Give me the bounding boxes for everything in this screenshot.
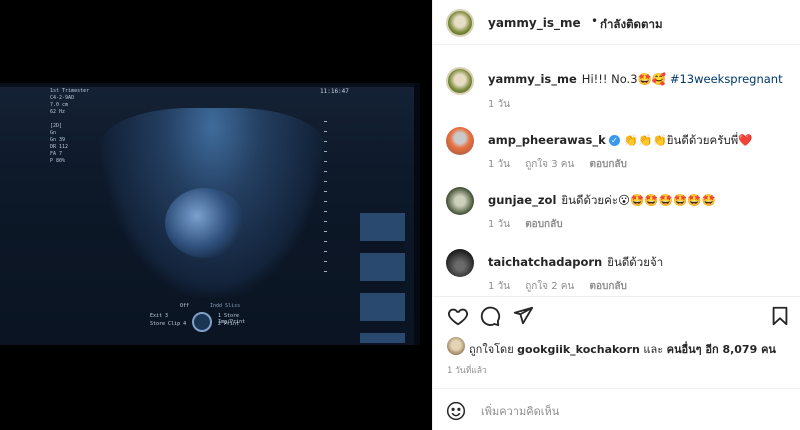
caption-line: yammy_is_me Hi!!! No.3🤩🥰 #13weekspregnant (488, 72, 783, 86)
reply-button[interactable]: ตอบกลับ (589, 281, 626, 292)
comment-likes[interactable]: ถูกใจ 3 คน (525, 159, 574, 170)
likes-prefix: ถูกใจโดย (469, 343, 514, 356)
ultrasound-print2-label: 2 Print (218, 321, 240, 327)
post-sidebar: yammy_is_me • กำลังติดตาม yammy_is_me Hi!… (432, 0, 800, 430)
ultrasound-off-label: Off (180, 303, 190, 309)
comment-item: gunjae_zol ยินดีด้วยค่ะ😮🤩🤩🤩🤩🤩🤩 1 วัน ตอบก… (433, 187, 800, 232)
ultrasound-info: 1st Trimester C4-2-9AD 7.0 cm 62 Hz [2D]… (50, 88, 90, 164)
ultrasound-slot-label: Indd Sliss (210, 303, 241, 309)
action-bar (433, 296, 800, 332)
commenter-username[interactable]: amp_pheerawas_k (488, 133, 606, 147)
comment-time[interactable]: 1 วัน (488, 159, 510, 170)
comment-meta: 1 วัน ถูกใจ 2 คน ตอบกลับ (488, 279, 639, 294)
commenter-username[interactable]: gunjae_zol (488, 193, 556, 207)
comment-time[interactable]: 1 วัน (488, 281, 510, 292)
screen-bezel (0, 83, 414, 87)
comment-meta: 1 วัน ตอบกลับ (488, 217, 575, 232)
comment-line: amp_pheerawas_k ✓ 👏👏👏ยินดีด้วยครับพี่❤️ (488, 132, 753, 150)
add-comment-bar (433, 388, 800, 430)
comment-line: gunjae_zol ยินดีด้วยค่ะ😮🤩🤩🤩🤩🤩🤩 (488, 192, 716, 210)
following-button[interactable]: กำลังติดตาม (600, 16, 663, 34)
post-timestamp[interactable]: 1 วันที่แล้ว (447, 363, 487, 377)
commenter-avatar[interactable] (446, 249, 474, 277)
caption-time[interactable]: 1 วัน (488, 99, 510, 110)
likes-text: ถูกใจโดย gookgiik_kochakorn และ คนอื่นๆ … (469, 340, 776, 358)
caption-meta: 1 วัน (488, 97, 522, 112)
share-icon[interactable] (512, 305, 534, 327)
ultrasound-thumbnails (360, 213, 405, 343)
verified-badge-icon: ✓ (608, 135, 620, 146)
ultrasound-screen: 1st Trimester C4-2-9AD 7.0 cm 62 Hz [2D]… (0, 83, 420, 345)
comment-text: ยินดีด้วยจ้า (607, 255, 664, 269)
caption-username[interactable]: yammy_is_me (488, 72, 577, 86)
commenter-avatar[interactable] (446, 187, 474, 215)
comment-input[interactable] (481, 399, 781, 423)
comment-time[interactable]: 1 วัน (488, 219, 510, 230)
emoji-icon[interactable] (446, 401, 466, 421)
comment-item: taichatchadaporn ยินดีด้วยจ้า 1 วัน ถูกใจ… (433, 249, 800, 294)
commenter-username[interactable]: taichatchadaporn (488, 255, 602, 269)
comment-icon[interactable] (479, 305, 501, 327)
caption-text: Hi!!! No.3🤩🥰 (581, 72, 667, 86)
liker-username[interactable]: gookgiik_kochakorn (517, 343, 640, 356)
ultrasound-store-label: Store Clip 4 (150, 321, 187, 327)
comment-meta: 1 วัน ถูกใจ 3 คน ตอบกลับ (488, 157, 639, 172)
liker-avatar[interactable] (447, 337, 465, 355)
comment-text: 👏👏👏ยินดีด้วยครับพี่❤️ (623, 133, 753, 147)
author-avatar[interactable] (446, 9, 474, 37)
bookmark-icon[interactable] (769, 305, 791, 327)
post-header: yammy_is_me • กำลังติดตาม (433, 0, 800, 45)
reply-button[interactable]: ตอบกลับ (589, 159, 626, 170)
separator-dot: • (591, 14, 599, 28)
author-username[interactable]: yammy_is_me (488, 16, 581, 30)
reply-button[interactable]: ตอบกลับ (525, 219, 562, 230)
heart-icon[interactable] (447, 305, 469, 327)
ultrasound-dial (192, 312, 212, 332)
comment-item: amp_pheerawas_k ✓ 👏👏👏ยินดีด้วยครับพี่❤️ 1 … (433, 127, 800, 172)
comment-line: taichatchadaporn ยินดีด้วยจ้า (488, 254, 663, 272)
caption: yammy_is_me Hi!!! No.3🤩🥰 #13weekspregnant… (433, 67, 800, 112)
ultrasound-controls: Off Indd Sliss Exit 3 1 Store Img/Print … (150, 301, 260, 333)
fetus-image (165, 188, 245, 258)
post-image[interactable]: 1st Trimester C4-2-9AD 7.0 cm 62 Hz [2D]… (0, 0, 432, 430)
comment-likes[interactable]: ถูกใจ 2 คน (525, 281, 574, 292)
ultrasound-time: 11:16:47 (320, 88, 349, 95)
caption-hashtag[interactable]: #13weekspregnant (670, 72, 783, 86)
ultrasound-exit-label: Exit 3 (150, 313, 169, 319)
ultrasound-console (0, 345, 432, 430)
caption-avatar[interactable] (446, 67, 474, 95)
likes-and: และ (643, 343, 664, 356)
commenter-avatar[interactable] (446, 127, 474, 155)
likes-summary: ถูกใจโดย gookgiik_kochakorn และ คนอื่นๆ … (433, 334, 800, 358)
comment-text: ยินดีด้วยค่ะ😮🤩🤩🤩🤩🤩🤩 (561, 193, 716, 207)
likes-others-link[interactable]: คนอื่นๆ อีก 8,079 คน (667, 343, 776, 356)
